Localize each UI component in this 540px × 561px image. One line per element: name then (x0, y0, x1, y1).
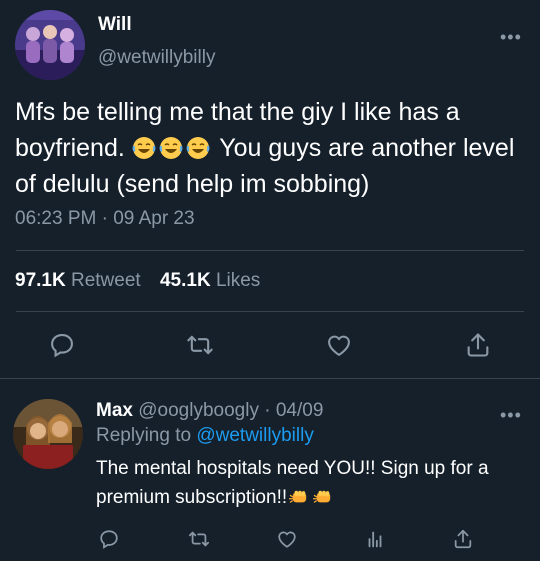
divider (0, 378, 540, 379)
like-stat[interactable]: 45.1K Likes (160, 270, 260, 291)
divider (16, 250, 524, 251)
reply-like-icon[interactable] (276, 528, 298, 550)
replying-to-label: Replying to (96, 425, 192, 446)
like-label: Likes (215, 270, 261, 291)
reply-author-avatar[interactable] (13, 399, 83, 469)
retweet-count: 97.1K (15, 270, 66, 291)
like-icon[interactable] (325, 331, 353, 359)
reply-header: Max @ooglyboogly · 04/09 (96, 400, 323, 422)
like-count: 45.1K (159, 270, 211, 291)
tweet-time[interactable]: 06:23 PM (15, 208, 96, 229)
emoji-group (132, 134, 220, 162)
replying-to: Replying to @wetwillybilly (96, 425, 314, 447)
laughing-emoji-icon (186, 137, 210, 159)
fist-emoji-icon (289, 490, 307, 503)
reply-date[interactable]: 04/09 (276, 400, 324, 421)
reply-author-handle[interactable]: @ooglyboogly (138, 400, 259, 421)
reply-reply-icon[interactable] (98, 528, 120, 550)
share-icon[interactable] (464, 331, 492, 359)
retweet-label: Retweet (70, 270, 141, 291)
reply-icon[interactable] (48, 331, 76, 359)
reply-more-options-button[interactable]: ••• (500, 406, 522, 424)
reply-retweet-icon[interactable] (188, 528, 210, 550)
retweet-icon[interactable] (186, 331, 214, 359)
author-avatar[interactable] (15, 10, 85, 80)
laughing-emoji-icon (159, 137, 183, 159)
tweet-text: Mfs be telling me that the giy I like ha… (15, 94, 530, 202)
reply-separator: · (264, 400, 271, 421)
reply-share-icon[interactable] (452, 528, 474, 550)
author-handle[interactable]: @wetwillybilly (98, 47, 215, 69)
divider (16, 311, 524, 312)
timestamp-separator: · (101, 208, 108, 229)
reply-analytics-icon[interactable] (364, 528, 386, 550)
fist-emoji-icon (313, 490, 331, 503)
more-options-button[interactable]: ••• (500, 28, 522, 46)
retweet-stat[interactable]: 97.1K Retweet (15, 270, 146, 291)
reply-author-name[interactable]: Max (96, 400, 133, 421)
reply-text: The mental hospitals need YOU!! Sign up … (96, 454, 530, 512)
tweet-date[interactable]: 09 Apr 23 (113, 208, 194, 229)
tweet-timestamp[interactable]: 06:23 PM · 09 Apr 23 (15, 208, 195, 230)
author-display-name[interactable]: Will (98, 14, 132, 36)
laughing-emoji-icon (132, 137, 156, 159)
replying-to-handle[interactable]: @wetwillybilly (196, 425, 313, 446)
tweet-stats: 97.1K Retweet 45.1K Likes (15, 270, 260, 292)
